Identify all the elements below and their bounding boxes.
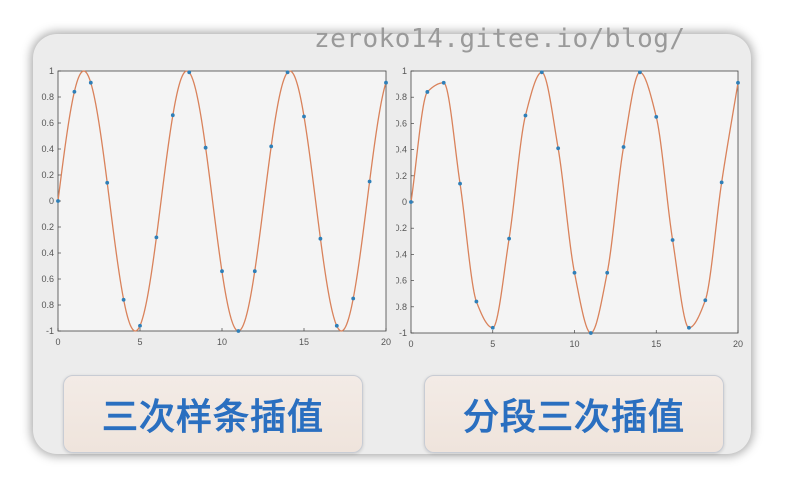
pchip-data-point — [670, 238, 675, 242]
pchip-data-point — [474, 299, 479, 304]
spline-label-button[interactable]: 三次样条插值 — [63, 375, 363, 453]
pchip-data-point — [409, 200, 413, 204]
pchip-data-point — [719, 180, 724, 185]
pchip-data-point — [736, 80, 740, 85]
pchip-data-point — [605, 270, 610, 275]
pchip-data-point — [539, 70, 544, 75]
spline-data-point — [187, 70, 192, 75]
pchip-ytick-label: 0.4 — [396, 145, 407, 155]
pchip-xtick-label: 5 — [490, 339, 495, 349]
spline-data-point — [269, 144, 274, 149]
pchip-data-point — [441, 80, 446, 85]
spline-data-point — [105, 180, 110, 185]
spline-data-point — [236, 329, 241, 333]
spline-data-point — [220, 269, 224, 274]
spline-ytick-label: 0.8 — [41, 92, 54, 102]
spline-ytick-label: 0.6 — [41, 274, 54, 284]
pchip-data-point — [654, 114, 659, 119]
spline-ytick-label: 0 — [49, 196, 54, 206]
spline-xtick-label: 5 — [137, 337, 142, 347]
pchip-data-point — [458, 181, 462, 186]
pchip-ytick-label: 0.2 — [396, 171, 407, 181]
pchip-label-button[interactable]: 分段三次插值 — [424, 375, 724, 453]
pchip-chart: 10.80.60.40.200.20.40.60.8-10 5 10 15 20 — [396, 66, 743, 349]
pchip-ytick-label: 0.2 — [396, 223, 407, 233]
pchip-data-point — [638, 70, 642, 75]
pchip-data-point — [703, 298, 708, 303]
pchip-xtick-label: 10 — [569, 339, 579, 349]
pchip-ytick-label: 0.8 — [396, 302, 407, 312]
spline-data-point — [72, 89, 77, 94]
spline-data-point — [285, 70, 290, 75]
pchip-xtick-label: 15 — [651, 339, 661, 349]
pchip-data-point — [556, 146, 561, 151]
spline-xtick-label: 15 — [299, 337, 309, 347]
pchip-ytick-label: 1 — [402, 66, 407, 76]
pchip-data-point — [621, 145, 626, 149]
spline-data-point — [170, 113, 175, 118]
spline-xtick-label: 10 — [217, 337, 227, 347]
spline-data-point — [302, 114, 306, 119]
spline-data-point — [367, 179, 372, 184]
spline-ytick-label: 0.2 — [41, 222, 54, 232]
pchip-ytick-label: 0 — [402, 197, 407, 207]
pchip-data-point — [687, 325, 691, 330]
spline-data-point — [88, 80, 93, 85]
spline-ytick-label: 0.6 — [41, 118, 54, 128]
pchip-xtick-label: 0 — [408, 339, 413, 349]
spline-data-point — [318, 236, 323, 241]
pchip-xtick-label: 20 — [733, 339, 743, 349]
spline-data-point — [334, 323, 339, 328]
pchip-ytick-label: 0.4 — [396, 249, 407, 259]
spline-ytick-label: -1 — [46, 326, 54, 336]
pchip-ytick-label: -1 — [399, 328, 407, 338]
pchip-data-point — [572, 270, 577, 275]
pchip-plot-area — [410, 70, 739, 334]
pchip-data-point — [507, 236, 511, 241]
spline-data-point — [384, 80, 388, 85]
spline-ytick-label: 1 — [49, 66, 54, 76]
spline-ytick-label: 0.4 — [41, 248, 54, 258]
pchip-ytick-label: 0.6 — [396, 276, 407, 286]
spline-xtick-label: 20 — [381, 337, 391, 347]
spline-data-point — [138, 323, 142, 328]
spline-xtick-label: 0 — [55, 337, 60, 347]
spline-data-point — [351, 296, 356, 301]
spline-data-point — [203, 145, 208, 150]
pchip-ytick-label: 0.8 — [396, 92, 407, 102]
spline-plot-area — [57, 70, 387, 332]
spline-chart: 10.80.60.40.200.20.40.60.8-10 5 10 15 20 — [41, 66, 391, 347]
spline-data-point — [56, 199, 60, 203]
spline-data-point — [154, 235, 159, 240]
watermark-text: zeroko14.gitee.io/blog/ — [314, 24, 686, 54]
pchip-data-point — [490, 325, 495, 330]
pchip-data-point — [425, 90, 430, 94]
spline-ytick-label: 0.2 — [41, 170, 54, 180]
spline-ytick-label: 0.4 — [41, 144, 54, 154]
spline-data-point — [252, 269, 257, 274]
pchip-ytick-label: 0.6 — [396, 118, 407, 128]
pchip-data-point — [588, 331, 593, 335]
pchip-data-point — [523, 113, 528, 118]
spline-ytick-label: 0.8 — [41, 300, 54, 310]
spline-data-point — [121, 297, 126, 302]
